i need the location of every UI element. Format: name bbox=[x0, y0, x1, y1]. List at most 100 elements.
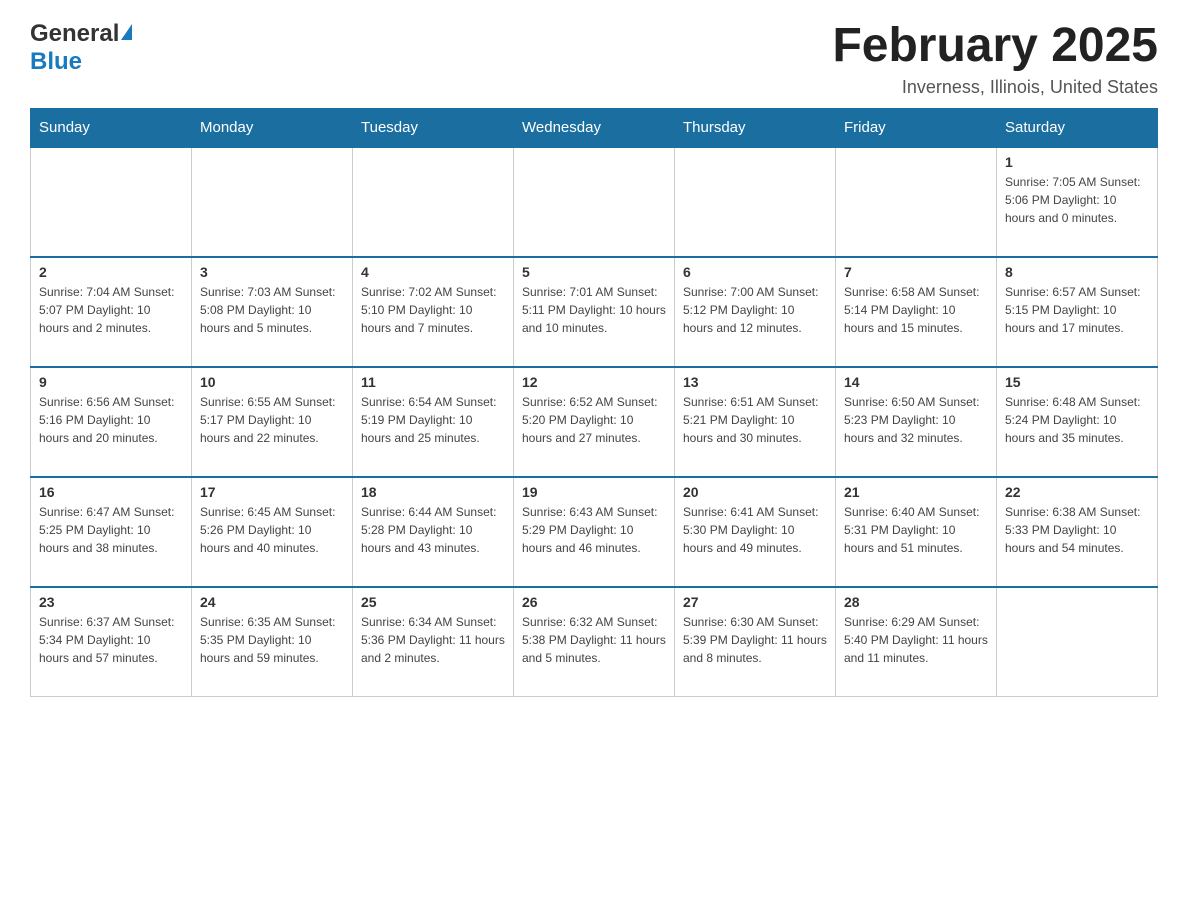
day-number: 14 bbox=[844, 374, 988, 390]
weekday-header-wednesday: Wednesday bbox=[514, 108, 675, 147]
calendar-header-row: SundayMondayTuesdayWednesdayThursdayFrid… bbox=[31, 108, 1158, 147]
day-number: 20 bbox=[683, 484, 827, 500]
day-info: Sunrise: 6:37 AM Sunset: 5:34 PM Dayligh… bbox=[39, 613, 183, 667]
day-info: Sunrise: 6:47 AM Sunset: 5:25 PM Dayligh… bbox=[39, 503, 183, 557]
calendar-cell: 8Sunrise: 6:57 AM Sunset: 5:15 PM Daylig… bbox=[997, 257, 1158, 367]
calendar-week-4: 16 Sunrise: 6:47 AM Sunset: 5:25 PM Dayli… bbox=[31, 477, 1158, 587]
day-number: 16 bbox=[39, 484, 183, 500]
calendar-cell: 24 Sunrise: 6:35 AM Sunset: 5:35 PM Dayli… bbox=[192, 587, 353, 697]
calendar-cell: 20 Sunrise: 6:41 AM Sunset: 5:30 PM Dayli… bbox=[675, 477, 836, 587]
day-info: Sunrise: 6:58 AM Sunset: 5:14 PM Dayligh… bbox=[844, 283, 988, 337]
day-info: Sunrise: 6:41 AM Sunset: 5:30 PM Dayligh… bbox=[683, 503, 827, 557]
day-number: 25 bbox=[361, 594, 505, 610]
day-info: Sunrise: 6:57 AM Sunset: 5:15 PM Dayligh… bbox=[1005, 283, 1149, 337]
day-info: Sunrise: 6:52 AM Sunset: 5:20 PM Dayligh… bbox=[522, 393, 666, 447]
day-info: Sunrise: 6:29 AM Sunset: 5:40 PM Dayligh… bbox=[844, 613, 988, 667]
day-number: 21 bbox=[844, 484, 988, 500]
calendar-cell: 5 Sunrise: 7:01 AM Sunset: 5:11 PM Daylig… bbox=[514, 257, 675, 367]
day-info: Sunrise: 6:56 AM Sunset: 5:16 PM Dayligh… bbox=[39, 393, 183, 447]
calendar-cell: 21 Sunrise: 6:40 AM Sunset: 5:31 PM Dayli… bbox=[836, 477, 997, 587]
day-number: 18 bbox=[361, 484, 505, 500]
day-number: 26 bbox=[522, 594, 666, 610]
calendar-cell: 23 Sunrise: 6:37 AM Sunset: 5:34 PM Dayli… bbox=[31, 587, 192, 697]
day-info: Sunrise: 7:05 AM Sunset: 5:06 PM Dayligh… bbox=[1005, 173, 1149, 227]
logo: General Blue bbox=[30, 20, 132, 76]
calendar-cell bbox=[31, 147, 192, 257]
calendar-cell: 13 Sunrise: 6:51 AM Sunset: 5:21 PM Dayli… bbox=[675, 367, 836, 477]
calendar-cell: 28 Sunrise: 6:29 AM Sunset: 5:40 PM Dayli… bbox=[836, 587, 997, 697]
day-number: 24 bbox=[200, 594, 344, 610]
day-info: Sunrise: 7:03 AM Sunset: 5:08 PM Dayligh… bbox=[200, 283, 344, 337]
calendar-cell: 22 Sunrise: 6:38 AM Sunset: 5:33 PM Dayli… bbox=[997, 477, 1158, 587]
calendar-cell: 9Sunrise: 6:56 AM Sunset: 5:16 PM Daylig… bbox=[31, 367, 192, 477]
calendar-cell bbox=[836, 147, 997, 257]
calendar-cell: 10 Sunrise: 6:55 AM Sunset: 5:17 PM Dayli… bbox=[192, 367, 353, 477]
day-info: Sunrise: 6:45 AM Sunset: 5:26 PM Dayligh… bbox=[200, 503, 344, 557]
day-number: 10 bbox=[200, 374, 344, 390]
day-info: Sunrise: 6:40 AM Sunset: 5:31 PM Dayligh… bbox=[844, 503, 988, 557]
day-number: 13 bbox=[683, 374, 827, 390]
day-number: 27 bbox=[683, 594, 827, 610]
weekday-header-sunday: Sunday bbox=[31, 108, 192, 147]
day-number: 28 bbox=[844, 594, 988, 610]
day-info: Sunrise: 6:48 AM Sunset: 5:24 PM Dayligh… bbox=[1005, 393, 1149, 447]
day-info: Sunrise: 7:01 AM Sunset: 5:11 PM Dayligh… bbox=[522, 283, 666, 337]
calendar-table: SundayMondayTuesdayWednesdayThursdayFrid… bbox=[30, 108, 1158, 698]
day-info: Sunrise: 6:50 AM Sunset: 5:23 PM Dayligh… bbox=[844, 393, 988, 447]
day-info: Sunrise: 6:30 AM Sunset: 5:39 PM Dayligh… bbox=[683, 613, 827, 667]
page-header: General Blue February 2025 Inverness, Il… bbox=[30, 20, 1158, 98]
day-info: Sunrise: 6:44 AM Sunset: 5:28 PM Dayligh… bbox=[361, 503, 505, 557]
calendar-cell: 11 Sunrise: 6:54 AM Sunset: 5:19 PM Dayli… bbox=[353, 367, 514, 477]
calendar-week-1: 1Sunrise: 7:05 AM Sunset: 5:06 PM Daylig… bbox=[31, 147, 1158, 257]
calendar-cell bbox=[192, 147, 353, 257]
calendar-cell: 18 Sunrise: 6:44 AM Sunset: 5:28 PM Dayli… bbox=[353, 477, 514, 587]
calendar-cell: 12 Sunrise: 6:52 AM Sunset: 5:20 PM Dayli… bbox=[514, 367, 675, 477]
calendar-cell: 26 Sunrise: 6:32 AM Sunset: 5:38 PM Dayli… bbox=[514, 587, 675, 697]
weekday-header-monday: Monday bbox=[192, 108, 353, 147]
logo-blue-text: Blue bbox=[30, 48, 82, 75]
calendar-cell: 6 Sunrise: 7:00 AM Sunset: 5:12 PM Daylig… bbox=[675, 257, 836, 367]
day-info: Sunrise: 7:02 AM Sunset: 5:10 PM Dayligh… bbox=[361, 283, 505, 337]
day-number: 6 bbox=[683, 264, 827, 280]
day-info: Sunrise: 6:34 AM Sunset: 5:36 PM Dayligh… bbox=[361, 613, 505, 667]
day-info: Sunrise: 7:04 AM Sunset: 5:07 PM Dayligh… bbox=[39, 283, 183, 337]
title-area: February 2025 Inverness, Illinois, Unite… bbox=[832, 20, 1158, 98]
day-number: 17 bbox=[200, 484, 344, 500]
calendar-cell bbox=[997, 587, 1158, 697]
calendar-cell: 4 Sunrise: 7:02 AM Sunset: 5:10 PM Daylig… bbox=[353, 257, 514, 367]
day-number: 23 bbox=[39, 594, 183, 610]
calendar-cell: 7 Sunrise: 6:58 AM Sunset: 5:14 PM Daylig… bbox=[836, 257, 997, 367]
day-number: 15 bbox=[1005, 374, 1149, 390]
day-info: Sunrise: 6:38 AM Sunset: 5:33 PM Dayligh… bbox=[1005, 503, 1149, 557]
calendar-cell: 15 Sunrise: 6:48 AM Sunset: 5:24 PM Dayli… bbox=[997, 367, 1158, 477]
day-info: Sunrise: 6:55 AM Sunset: 5:17 PM Dayligh… bbox=[200, 393, 344, 447]
calendar-cell: 2 Sunrise: 7:04 AM Sunset: 5:07 PM Daylig… bbox=[31, 257, 192, 367]
calendar-week-2: 2 Sunrise: 7:04 AM Sunset: 5:07 PM Daylig… bbox=[31, 257, 1158, 367]
day-info: Sunrise: 6:54 AM Sunset: 5:19 PM Dayligh… bbox=[361, 393, 505, 447]
day-number: 19 bbox=[522, 484, 666, 500]
day-number: 22 bbox=[1005, 484, 1149, 500]
day-number: 2 bbox=[39, 264, 183, 280]
calendar-cell: 16 Sunrise: 6:47 AM Sunset: 5:25 PM Dayli… bbox=[31, 477, 192, 587]
calendar-cell: 19Sunrise: 6:43 AM Sunset: 5:29 PM Dayli… bbox=[514, 477, 675, 587]
day-info: Sunrise: 6:35 AM Sunset: 5:35 PM Dayligh… bbox=[200, 613, 344, 667]
day-number: 7 bbox=[844, 264, 988, 280]
calendar-cell: 17 Sunrise: 6:45 AM Sunset: 5:26 PM Dayli… bbox=[192, 477, 353, 587]
day-info: Sunrise: 7:00 AM Sunset: 5:12 PM Dayligh… bbox=[683, 283, 827, 337]
day-number: 11 bbox=[361, 374, 505, 390]
calendar-week-5: 23 Sunrise: 6:37 AM Sunset: 5:34 PM Dayli… bbox=[31, 587, 1158, 697]
day-number: 5 bbox=[522, 264, 666, 280]
day-number: 4 bbox=[361, 264, 505, 280]
day-info: Sunrise: 6:51 AM Sunset: 5:21 PM Dayligh… bbox=[683, 393, 827, 447]
calendar-cell bbox=[353, 147, 514, 257]
month-title: February 2025 bbox=[832, 20, 1158, 73]
weekday-header-thursday: Thursday bbox=[675, 108, 836, 147]
calendar-cell bbox=[514, 147, 675, 257]
day-number: 12 bbox=[522, 374, 666, 390]
day-info: Sunrise: 6:32 AM Sunset: 5:38 PM Dayligh… bbox=[522, 613, 666, 667]
weekday-header-friday: Friday bbox=[836, 108, 997, 147]
weekday-header-tuesday: Tuesday bbox=[353, 108, 514, 147]
weekday-header-saturday: Saturday bbox=[997, 108, 1158, 147]
calendar-week-3: 9Sunrise: 6:56 AM Sunset: 5:16 PM Daylig… bbox=[31, 367, 1158, 477]
calendar-cell: 27 Sunrise: 6:30 AM Sunset: 5:39 PM Dayli… bbox=[675, 587, 836, 697]
